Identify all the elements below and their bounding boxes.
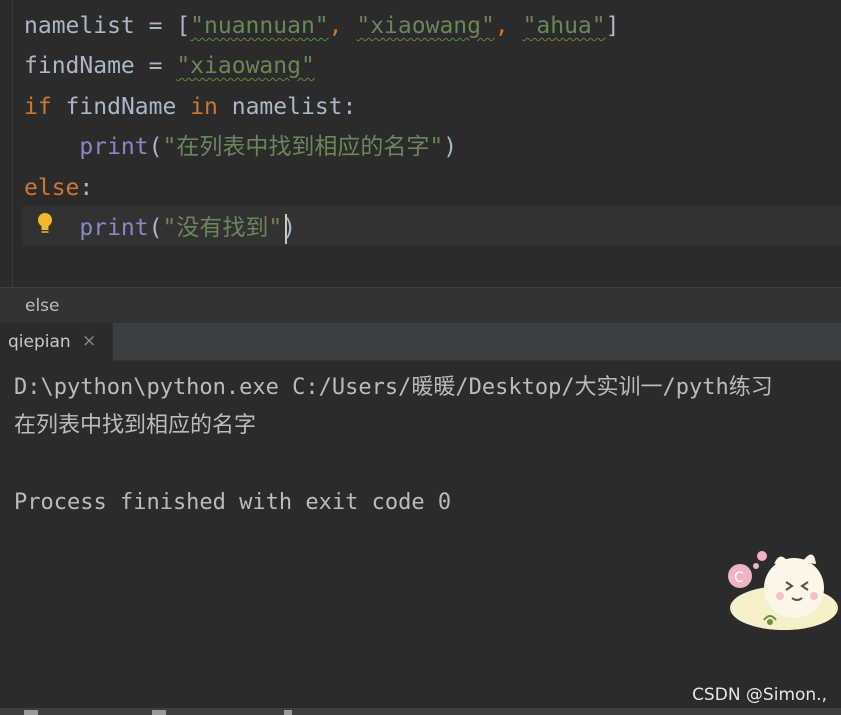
close-icon[interactable]: × — [82, 331, 96, 351]
code-token: "xiaowang" — [176, 53, 315, 79]
tool-window-icon[interactable] — [152, 710, 166, 715]
code-editor[interactable]: namelist = ["nuannuan", "xiaowang", "ahu… — [0, 0, 841, 287]
console-line-2: 在列表中找到相应的名字 — [14, 413, 257, 438]
code-token: "在列表中找到相应的名字" — [162, 134, 444, 160]
code-token: "nuannuan" — [190, 13, 329, 39]
mascot-sticker-icon: C — [728, 551, 838, 630]
code-token: namelist: — [217, 94, 357, 120]
code-token: ( — [148, 215, 163, 241]
text-caret — [285, 214, 287, 244]
lightbulb-icon[interactable] — [36, 211, 54, 237]
code-token: namelist = [ — [24, 13, 191, 39]
breadcrumb: else — [0, 287, 841, 323]
code-token: else — [24, 175, 80, 201]
code-line-4[interactable]: print("在列表中找到相应的名字") — [24, 127, 457, 167]
code-token: , — [328, 13, 357, 39]
code-token: findName — [51, 94, 191, 120]
code-token: in — [190, 94, 218, 120]
code-token: print — [79, 215, 149, 241]
gutter-divider — [12, 0, 13, 287]
code-token: ) — [443, 134, 458, 160]
svg-text:C: C — [734, 570, 744, 586]
code-token: "ahua" — [522, 13, 606, 39]
code-token: if — [24, 94, 52, 120]
console-line-4: Process finished with exit code 0 — [14, 490, 452, 515]
code-token: ( — [148, 134, 163, 160]
run-tab-bar: qiepian × — [0, 323, 841, 361]
console-line-1: D:\python\python.exe C:/Users/暖暖/Desktop… — [14, 375, 773, 400]
run-console[interactable]: D:\python\python.exe C:/Users/暖暖/Desktop… — [0, 361, 841, 715]
code-token: "xiaowang" — [356, 13, 495, 39]
code-token: , — [494, 13, 523, 39]
tool-window-icon[interactable] — [24, 710, 38, 715]
code-line-2[interactable]: findName = "xiaowang" — [24, 46, 315, 86]
code-line-1[interactable]: namelist = ["nuannuan", "xiaowang", "ahu… — [24, 6, 620, 46]
code-line-6[interactable]: print("没有找到") — [24, 208, 296, 248]
tool-window-strip — [0, 708, 841, 715]
watermark: CSDN @Simon., — [692, 685, 827, 705]
code-token: "没有找到" — [162, 215, 283, 241]
code-line-5[interactable]: else: — [24, 168, 93, 208]
breadcrumb-item[interactable]: else — [25, 296, 60, 316]
code-line-3[interactable]: if findName in namelist: — [24, 87, 356, 127]
code-token: findName = — [24, 53, 177, 79]
code-token: : — [79, 175, 94, 201]
run-tab-qiepian[interactable]: qiepian × — [0, 323, 113, 361]
tool-window-icon[interactable] — [284, 710, 292, 715]
run-tab-label: qiepian — [8, 332, 71, 352]
code-token: ] — [605, 13, 620, 39]
code-token: print — [79, 134, 149, 160]
